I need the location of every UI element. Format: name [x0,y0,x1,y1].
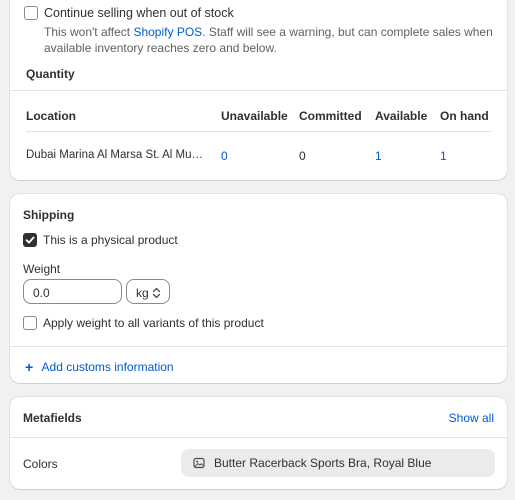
show-all-link[interactable]: Show all [449,411,494,425]
metafields-heading: Metafields [23,411,82,425]
quantity-heading: Quantity [26,67,75,81]
cell-unavailable-link[interactable]: 0 [221,149,228,163]
apply-weight-all-variants-label: Apply weight to all variants of this pro… [43,316,264,330]
continue-selling-checkbox[interactable] [24,6,38,20]
product-reference-icon [193,457,205,469]
continue-selling-help-line2: available inventory reaches zero and bel… [44,41,277,55]
metafields-card: Metafields Show all Colors Butter Racerb… [10,397,507,489]
weight-label: Weight [23,262,61,276]
weight-input-value: 0.0 [33,286,50,300]
divider [10,437,507,438]
physical-product-label: This is a physical product [43,233,178,247]
cell-committed: 0 [299,149,306,163]
select-chevrons-icon [152,287,161,299]
help-prefix: This won't affect [44,25,134,39]
plus-icon: + [25,359,34,375]
apply-weight-all-variants-checkbox[interactable] [23,316,37,330]
cell-location: Dubai Marina Al Marsa St. Al Mu… [26,149,204,161]
inventory-card: Continue selling when out of stock This … [10,0,507,180]
help-suffix: . Staff will see a warning, but can comp… [202,25,493,39]
weight-unit-select[interactable]: kg [126,279,170,304]
weight-unit-value: kg [136,286,149,300]
weight-input[interactable]: 0.0 [23,279,122,304]
column-header-available: Available [375,109,428,123]
cell-on-hand-link[interactable]: 1 [440,149,447,163]
shipping-heading: Shipping [23,208,75,222]
cell-available-link[interactable]: 1 [375,149,382,163]
column-header-on-hand: On hand [440,109,489,123]
shopify-pos-link[interactable]: Shopify POS [133,25,202,39]
metafield-label-colors: Colors [23,457,58,471]
column-header-committed: Committed [299,109,362,123]
add-customs-label: Add customs information [41,360,174,374]
continue-selling-help-line1: This won't affect Shopify POS. Staff wil… [44,25,493,39]
continue-selling-label: Continue selling when out of stock [44,6,234,20]
physical-product-checkbox[interactable] [23,233,37,247]
divider [10,90,507,91]
column-header-unavailable: Unavailable [221,109,288,123]
column-header-location: Location [26,109,76,123]
metafield-value-text: Butter Racerback Sports Bra, Royal Blue [214,456,432,470]
divider [10,346,507,347]
metafield-value-colors[interactable]: Butter Racerback Sports Bra, Royal Blue [181,449,495,477]
add-customs-information-button[interactable]: + Add customs information [25,358,174,375]
shipping-card: Shipping This is a physical product Weig… [10,194,507,383]
table-header-divider [26,131,491,132]
check-icon [25,236,35,244]
